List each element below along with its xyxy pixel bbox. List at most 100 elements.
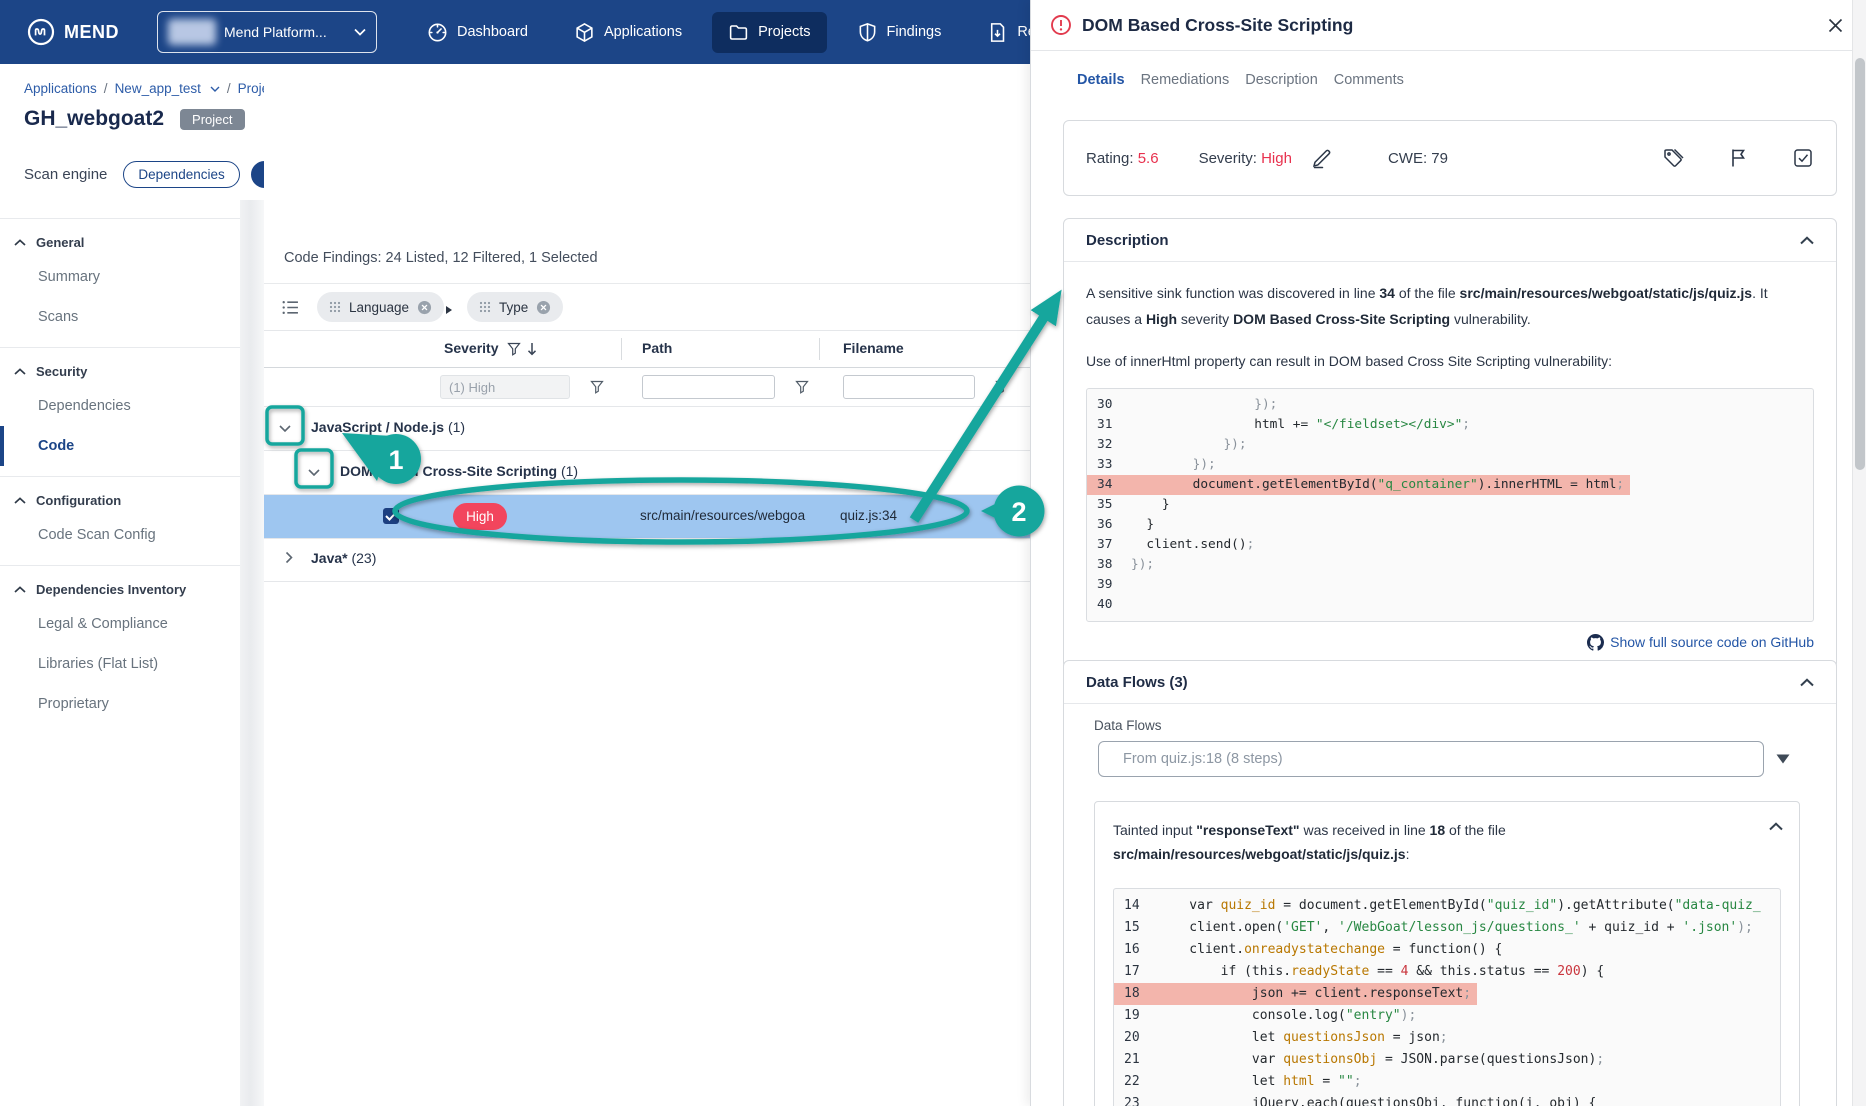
finding-filename: quiz.js:34 <box>840 508 898 523</box>
sidebar-section-header[interactable]: Security <box>0 356 240 386</box>
reports-icon <box>987 22 1008 43</box>
code-line: 20 let questionsJson = json; <box>1124 1030 1448 1045</box>
group-count: (1) <box>560 463 579 479</box>
sidebar-item-summary[interactable]: Summary <box>0 257 240 297</box>
remove-chip-icon[interactable] <box>417 300 432 315</box>
filename-funnel-icon[interactable] <box>995 380 1009 399</box>
code-line: 15 client.open('GET', '/WebGoat/lesson_j… <box>1124 920 1753 935</box>
description-note-text: Use of innerHtml property can result in … <box>1086 353 1612 369</box>
sidebar-section-title: Configuration <box>36 492 122 508</box>
org-selector[interactable]: Mend Platform... <box>157 11 377 53</box>
breadcrumb-link-applications[interactable]: Applications <box>24 81 97 96</box>
sidebar-section-header[interactable]: General <box>0 227 240 257</box>
sidebar-item-code[interactable]: Code <box>0 426 240 466</box>
findings-icon <box>857 22 878 43</box>
filename-filter-input[interactable] <box>843 375 975 399</box>
taint-source-code-snippet[interactable]: 14 var quiz_id = document.getElementById… <box>1113 888 1781 1106</box>
tab-remediations[interactable]: Remediations <box>1141 72 1230 88</box>
sidebar-section-general: General Summary Scans <box>0 218 240 347</box>
sidebar-item-libraries-flat-list[interactable]: Libraries (Flat List) <box>0 644 240 684</box>
title-row: GH_webgoat2 Project <box>24 107 245 131</box>
path-funnel-icon[interactable] <box>795 380 809 399</box>
scrollbar-thumb[interactable] <box>1855 58 1865 470</box>
code-line: 14 var quiz_id = document.getElementById… <box>1124 898 1761 913</box>
data-flow-selector[interactable]: From quiz.js:18 (8 steps) <box>1098 741 1764 777</box>
collapse-chevron-icon[interactable] <box>1800 235 1814 245</box>
rating-label: Rating: <box>1086 149 1134 167</box>
tab-description[interactable]: Description <box>1245 72 1318 88</box>
severity-funnel-icon[interactable] <box>590 380 604 399</box>
nav-item-applications[interactable]: Applications <box>558 12 698 53</box>
tab-comments[interactable]: Comments <box>1334 72 1404 88</box>
code-line: 23 jQuery.each(questionsObj, function(i,… <box>1124 1096 1597 1106</box>
sink-code-snippet[interactable]: 30 }); 31 html += "</fieldset></div>"; 32 … <box>1086 388 1814 622</box>
sidebar-navigation: General Summary Scans Security Dependencies C… <box>0 218 240 734</box>
severity-badge-high: High <box>453 503 507 530</box>
chip-separator-icon <box>445 302 453 314</box>
main-navigation: DashboardApplicationsProjectsFindingsRep… <box>411 11 1084 53</box>
severity-value: High <box>1261 149 1292 167</box>
description-body: A sensitive sink function was discovered… <box>1064 262 1836 668</box>
expand-chevron-icon[interactable] <box>279 425 291 432</box>
code-line: 40 <box>1097 597 1113 612</box>
close-icon[interactable] <box>1828 18 1843 33</box>
breadcrumb-caret-icon[interactable] <box>208 86 220 92</box>
select-caret-icon[interactable] <box>1776 754 1790 764</box>
collapse-chevron-icon[interactable] <box>1769 818 1783 836</box>
code-line: 33 }); <box>1097 457 1216 472</box>
edit-severity-icon[interactable] <box>1310 146 1334 170</box>
column-divider <box>621 338 622 360</box>
data-flow-selector-value: From quiz.js:18 (8 steps) <box>1123 751 1283 767</box>
findings-summary: Code Findings: 24 Listed, 12 Filtered, 1… <box>284 250 598 266</box>
row-density-icon[interactable] <box>282 300 299 315</box>
mend-logo[interactable]: MEND <box>26 17 119 47</box>
column-divider <box>819 338 820 360</box>
data-flow-step-card: Tainted input "responseText" was receive… <box>1094 801 1800 1106</box>
group-chip-language[interactable]: Language <box>317 292 445 322</box>
sidebar-item-legal-compliance[interactable]: Legal & Compliance <box>0 604 240 644</box>
code-line: 30 }); <box>1097 397 1278 412</box>
collapsed-chevron-icon[interactable] <box>285 551 293 564</box>
severity-filter-input[interactable] <box>440 375 570 399</box>
nav-item-dashboard[interactable]: Dashboard <box>411 12 544 53</box>
sidebar-section-header[interactable]: Configuration <box>0 485 240 515</box>
sidebar-item-scans[interactable]: Scans <box>0 297 240 337</box>
scan-engine-dependencies[interactable]: Dependencies <box>123 160 240 188</box>
code-line: 21 var questionsObj = JSON.parse(questio… <box>1124 1052 1605 1067</box>
github-link[interactable]: Show full source code on GitHub <box>1086 632 1814 652</box>
path-filter-input[interactable] <box>642 375 775 399</box>
column-header-path[interactable]: Path <box>642 340 672 356</box>
brand-name: MEND <box>64 21 119 42</box>
review-check-icon[interactable] <box>1792 147 1814 169</box>
description-intro-text: A sensitive sink function was discovered… <box>1086 285 1768 327</box>
group-row-java[interactable]: Java* (23) <box>264 539 1030 582</box>
column-header-filename[interactable]: Filename <box>843 340 904 356</box>
sidebar-section-header[interactable]: Dependencies Inventory <box>0 574 240 604</box>
breadcrumb-link-new-app-test[interactable]: New_app_test <box>115 81 201 96</box>
group-chip-type[interactable]: Type <box>467 292 564 322</box>
column-header-severity[interactable]: Severity <box>444 340 498 356</box>
group-row-xss-type[interactable]: DOM Based Cross-Site Scripting (1) <box>264 451 1030 495</box>
collapse-chevron-icon[interactable] <box>1800 677 1814 687</box>
panel-scrollbar[interactable] <box>1852 0 1866 1106</box>
grid-icon <box>329 301 341 313</box>
nav-item-projects[interactable]: Projects <box>712 11 827 53</box>
flag-icon[interactable] <box>1728 147 1750 169</box>
table-header: Severity Path Filename <box>264 331 1030 368</box>
code-line: 38}); <box>1097 557 1155 572</box>
finding-row-selected[interactable]: High src/main/resources/webgoa quiz.js:3… <box>264 495 1030 539</box>
severity-filter-icon[interactable] <box>507 342 521 361</box>
expand-chevron-icon[interactable] <box>308 469 320 476</box>
sidebar-item-code-scan-config[interactable]: Code Scan Config <box>0 515 240 555</box>
tab-details[interactable]: Details <box>1077 72 1125 88</box>
nav-item-findings[interactable]: Findings <box>841 12 958 53</box>
sort-descending-icon[interactable] <box>526 342 538 361</box>
remove-chip-icon[interactable] <box>536 300 551 315</box>
data-flows-select-label: Data Flows <box>1094 718 1162 733</box>
row-checkbox-checked[interactable] <box>383 508 399 524</box>
tag-icon[interactable] <box>1662 146 1686 170</box>
sidebar-item-dependencies[interactable]: Dependencies <box>0 386 240 426</box>
group-row-language[interactable]: JavaScript / Node.js (1) <box>264 407 1030 451</box>
code-line: 17 if (this.readyState == 4 && this.stat… <box>1124 964 1605 979</box>
sidebar-item-proprietary[interactable]: Proprietary <box>0 684 240 724</box>
